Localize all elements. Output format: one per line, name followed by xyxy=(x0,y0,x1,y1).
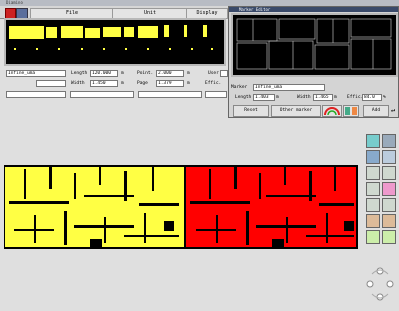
effic-label: Effic. xyxy=(205,81,222,86)
model-name-field[interactable]: Infine_uma xyxy=(6,70,66,77)
status-field-2 xyxy=(70,91,134,98)
flip-tool-icon[interactable] xyxy=(382,198,396,212)
marker-overview-panel[interactable] xyxy=(4,18,226,66)
point-field[interactable]: 2.000 xyxy=(156,70,184,77)
me-effic-field[interactable]: 84.0 xyxy=(362,94,382,101)
cut-tool-icon[interactable] xyxy=(382,214,396,228)
split-tool-icon[interactable] xyxy=(366,182,380,196)
me-length-unit: m xyxy=(276,95,279,100)
point-unit: m xyxy=(187,71,190,76)
me-length-label: Length xyxy=(235,95,252,100)
scissors-tool-icon[interactable] xyxy=(366,214,380,228)
marker-canvas[interactable] xyxy=(4,165,358,249)
me-effic-unit: % xyxy=(383,95,386,100)
group-tool-icon[interactable] xyxy=(366,230,380,244)
page-field[interactable]: 1.379 xyxy=(156,80,184,87)
me-marker-field[interactable]: Infine_uma xyxy=(253,84,325,91)
point-label: Point. xyxy=(137,71,154,76)
user-label: User xyxy=(208,71,219,76)
status-field-4 xyxy=(205,91,227,98)
status-field-3 xyxy=(138,91,202,98)
grid-tool-icon[interactable] xyxy=(382,150,396,164)
marker-editor-title: Marker Editor xyxy=(229,7,398,12)
width-label: Width xyxy=(71,81,85,86)
page-label: Page xyxy=(137,81,148,86)
user-field[interactable] xyxy=(220,70,228,77)
rotate-tool-icon[interactable] xyxy=(366,198,380,212)
navigation-pad[interactable] xyxy=(362,262,398,302)
color-swap-icon[interactable] xyxy=(343,105,359,117)
gauge-icon[interactable] xyxy=(322,105,342,117)
status-field-1 xyxy=(6,91,66,98)
me-width-label: Width xyxy=(297,95,311,100)
me-effic-label: Effic. xyxy=(347,95,364,100)
me-width-field[interactable]: 1.465 xyxy=(313,94,333,101)
move-tool-icon[interactable] xyxy=(382,182,396,196)
add-button[interactable]: Add xyxy=(363,105,389,117)
arrange-tool-icon[interactable] xyxy=(366,166,380,180)
length-unit: m xyxy=(121,71,124,76)
me-length-field[interactable]: 1.403 xyxy=(253,94,275,101)
length-field[interactable]: 120.000 xyxy=(90,70,118,77)
width-unit: m xyxy=(121,81,124,86)
marker-editor-window: Marker Editor Marker Infine_uma Length 1… xyxy=(228,6,399,118)
zoom-tool-icon[interactable] xyxy=(366,150,380,164)
me-marker-label: Marker xyxy=(231,85,248,90)
marker-editor-preview[interactable] xyxy=(231,13,398,77)
marker-canvas-drawing xyxy=(5,167,356,247)
marker-editor-canvas xyxy=(236,18,392,70)
reset-button[interactable]: Reset xyxy=(233,105,269,117)
view-tool-icon[interactable] xyxy=(382,134,396,148)
marker-overview-canvas xyxy=(9,25,213,50)
me-width-unit: m xyxy=(334,95,337,100)
align-tool-icon[interactable] xyxy=(382,166,396,180)
globe-tool-icon[interactable] xyxy=(366,134,380,148)
enter-arrow-icon[interactable]: ↵ xyxy=(391,107,395,114)
ungroup-tool-icon[interactable] xyxy=(382,230,396,244)
width-field[interactable]: 1.450 xyxy=(90,80,118,87)
other-marker-button[interactable]: Other marker xyxy=(271,105,321,117)
page-unit: m xyxy=(187,81,190,86)
length-label: Length xyxy=(71,71,88,76)
model-secondary-field[interactable] xyxy=(36,80,66,87)
